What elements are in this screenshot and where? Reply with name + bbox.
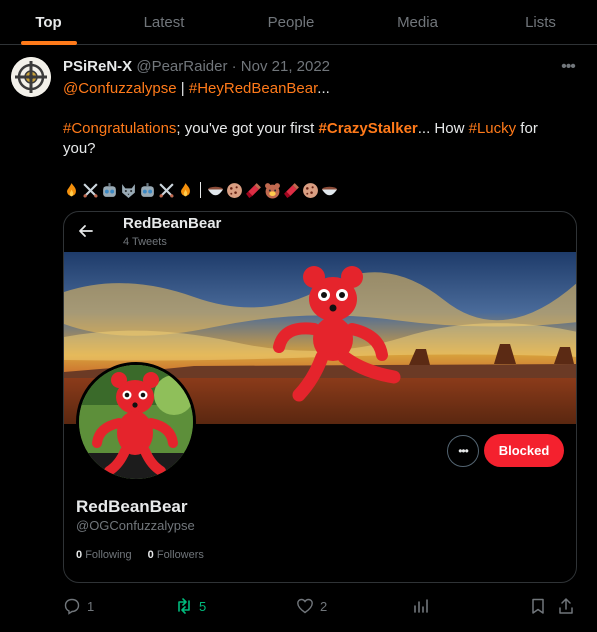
back-arrow-icon[interactable]: [76, 221, 96, 241]
tweet-text-fragment: ; you've got your first: [176, 120, 319, 137]
wolf-emoji: [122, 183, 135, 198]
tab-label: Latest: [143, 14, 185, 31]
emoji-row: [63, 180, 338, 200]
tab-latest[interactable]: Latest: [97, 0, 231, 45]
hashtag-link[interactable]: #Lucky: [469, 120, 517, 137]
profile-handle: @OGConfuzzalypse: [76, 518, 195, 533]
followers-stat[interactable]: 0 Followers: [148, 549, 204, 561]
tab-media[interactable]: Media: [351, 0, 484, 45]
profile-more-button[interactable]: •••: [447, 435, 479, 467]
more-dots-icon: •••: [458, 444, 469, 458]
crosshair-logo-icon: [11, 57, 51, 97]
card-profile-name: RedBeanBear: [123, 215, 222, 232]
followers-label: Followers: [156, 549, 204, 561]
share-icon: [559, 598, 573, 614]
reply-count: 1: [87, 598, 95, 614]
followers-count: 0: [147, 549, 154, 561]
tweet-text-body: #Congratulations; you've got your first …: [63, 119, 573, 159]
robot-emoji: [141, 182, 154, 197]
tab-label: Top: [35, 14, 62, 31]
bookmark-icon: [532, 598, 544, 614]
cookie-emoji: [227, 182, 242, 198]
heart-icon: [297, 598, 313, 614]
profile-stats: 0 Following 0 Followers: [76, 549, 204, 561]
like-button[interactable]: 2: [296, 597, 327, 615]
tab-top[interactable]: Top: [0, 0, 97, 45]
crossed-swords-emoji: [83, 182, 98, 198]
bear-emoji: [265, 182, 280, 198]
author-avatar[interactable]: [11, 57, 51, 97]
active-tab-indicator: [20, 41, 77, 45]
reply-icon: [64, 598, 80, 615]
tab-label: Lists: [525, 14, 556, 31]
bookmark-button[interactable]: [529, 597, 547, 615]
following-label: Following: [85, 549, 132, 561]
author-display-name[interactable]: PSiReN-X: [63, 58, 132, 75]
hashtag-link[interactable]: #Congratulations: [63, 120, 176, 137]
text-separator: |: [176, 80, 189, 97]
tab-people[interactable]: People: [231, 0, 351, 45]
blocked-button[interactable]: Blocked: [484, 434, 564, 467]
card-header: RedBeanBear 4 Tweets: [64, 212, 576, 252]
tab-label: Media: [397, 14, 438, 31]
profile-name: RedBeanBear: [76, 497, 188, 516]
retweet-icon: [178, 598, 190, 614]
following-count: 0: [76, 549, 83, 561]
more-options-icon[interactable]: •••: [557, 56, 579, 78]
tweet-text-line-1: @Confuzzalypse | #HeyRedBeanBear...: [63, 79, 583, 99]
tweet-count: 4 Tweets: [123, 236, 167, 248]
analytics-icon: [414, 599, 428, 613]
emoji-separator: [200, 182, 201, 198]
reply-button[interactable]: 1: [63, 597, 94, 615]
retweet-button[interactable]: 5: [175, 597, 206, 615]
tweet-actions: 1 5 2: [63, 597, 583, 619]
tab-bar: Top Latest People Media Lists: [0, 0, 597, 45]
hashtag-link[interactable]: #HeyRedBeanBear: [189, 80, 317, 97]
following-stat[interactable]: 0 Following: [76, 549, 132, 561]
chocolate-emoji: [246, 182, 261, 198]
red-bear-photo: [79, 365, 193, 479]
chocolate-emoji: [284, 182, 299, 198]
profile-picture[interactable]: [76, 362, 196, 482]
bowl-emoji: [322, 186, 337, 195]
mention-link[interactable]: @Confuzzalypse: [63, 80, 177, 97]
analytics-button[interactable]: [412, 597, 430, 615]
author-handle-and-date[interactable]: @PearRaider · Nov 21, 2022: [136, 58, 330, 75]
robot-emoji: [103, 182, 116, 197]
tab-label: People: [267, 14, 315, 31]
tweet-text-fragment: ... How: [417, 120, 469, 137]
tweet-header: PSiReN-X @PearRaider · Nov 21, 2022: [63, 58, 330, 75]
cookie-emoji: [303, 182, 318, 198]
retweet-count: 5: [199, 598, 207, 614]
share-button[interactable]: [557, 597, 575, 615]
fire-emoji: [181, 182, 190, 196]
embedded-profile-card[interactable]: RedBeanBear 4 Tweets ••• Blocked RedBean…: [63, 211, 577, 583]
bowl-emoji: [208, 186, 223, 195]
crossed-swords-emoji: [159, 182, 174, 198]
like-count: 2: [320, 598, 328, 614]
tab-lists[interactable]: Lists: [484, 0, 597, 45]
fire-emoji: [67, 182, 76, 196]
hashtag-link[interactable]: #CrazyStalker: [319, 120, 418, 137]
text-ellipsis: ...: [317, 80, 330, 97]
